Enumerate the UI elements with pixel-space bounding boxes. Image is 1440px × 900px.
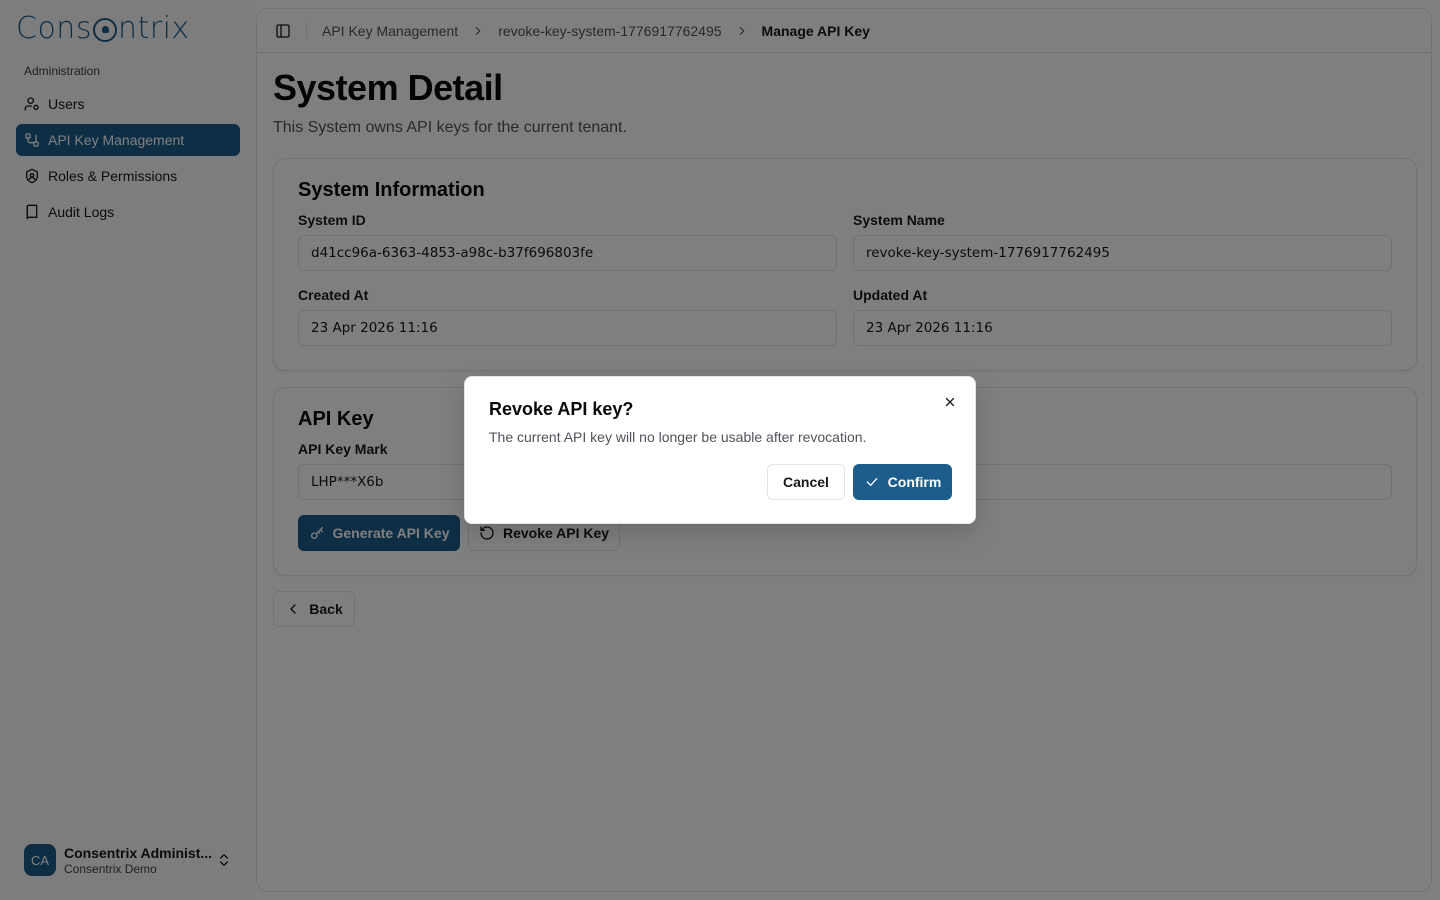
button-label: Cancel (783, 474, 829, 490)
dialog-title: Revoke API key? (489, 399, 634, 419)
confirm-button[interactable]: Confirm (853, 464, 952, 500)
cancel-button[interactable]: Cancel (767, 464, 845, 500)
dialog-description: The current API key will no longer be us… (489, 429, 867, 445)
button-label: Confirm (887, 474, 942, 490)
revoke-confirm-dialog: Revoke API key? The current API key will… (464, 376, 976, 524)
close-icon[interactable] (941, 393, 959, 411)
check-icon (866, 478, 877, 486)
